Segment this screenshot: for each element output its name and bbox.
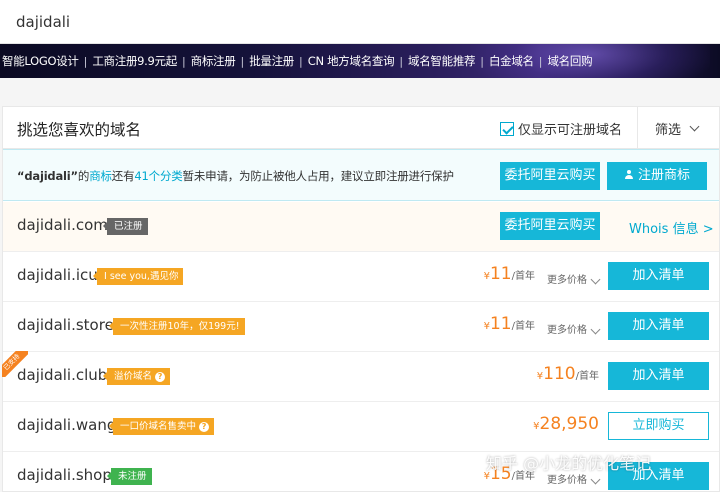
price: ¥28,950 [533, 414, 599, 434]
nav-item-domain-buyback[interactable]: 域名回购 [547, 53, 592, 69]
premium-badge: 溢价域名? [102, 368, 171, 385]
domain-name: dajidali.com [17, 216, 108, 234]
price: ¥11/首年 [484, 264, 535, 284]
chevron-down-icon [590, 324, 601, 335]
notice-text-part: 暂未申请，为防止被他人占用，建议立即注册进行保护 [182, 169, 454, 183]
domain-name: dajidali.icu [17, 266, 98, 284]
whois-link[interactable]: Whois 信息 > [629, 218, 714, 237]
price-value: 110 [543, 364, 576, 384]
domain-row-registered: dajidali.com 已注册 委托阿里云购买 Whois 信息 > [3, 202, 719, 252]
help-icon[interactable]: ? [155, 372, 166, 382]
nav-item-bulk-register[interactable]: 批量注册 [249, 53, 294, 69]
notice-text: “dajidali”的商标还有41个分类暂未申请，为防止被他人占用，建议立即注册… [17, 168, 454, 184]
price-unit: /首年 [575, 371, 599, 382]
chevron-down-icon [689, 121, 700, 132]
chevron-down-icon [590, 474, 601, 485]
notice-trademark-link[interactable]: 商标 [89, 169, 112, 183]
domain-name: dajidali.wang [17, 416, 117, 434]
premium-badge-label: 溢价域名 [114, 371, 153, 382]
domain-row: dajidali.store 一次性注册10年，仅199元! ¥11/首年 更多… [3, 302, 719, 352]
search-bar [0, 0, 720, 44]
nav-item-trademark[interactable]: 商标注册 [191, 53, 236, 69]
domain-row: dajidali.icu I see you,遇见你 ¥11/首年 更多价格 加… [3, 252, 719, 302]
price: ¥110/首年 [537, 364, 599, 384]
domain-name: dajidali.store [17, 316, 114, 334]
nav-separator: | [181, 54, 186, 68]
entrust-aliyun-button[interactable]: 委托阿里云购买 [500, 162, 600, 190]
more-prices-label: 更多价格 [547, 475, 587, 486]
nav-separator: | [299, 54, 303, 68]
domain-row: dajidali.wang 一口价域名售卖中? ¥28,950 立即购买 [3, 402, 719, 452]
more-prices-dropdown[interactable]: 更多价格 [547, 271, 601, 286]
more-prices-label: 更多价格 [547, 275, 587, 286]
trademark-notice: “dajidali”的商标还有41个分类暂未申请，为防止被他人占用，建议立即注册… [3, 149, 719, 201]
fixed-price-badge-label: 一口价域名售卖中 [120, 421, 197, 432]
nav-list: 智能LOGO设计 | 工商注册9.9元起 | 商标注册 | 批量注册 | CN … [2, 44, 593, 78]
price: ¥11/首年 [484, 314, 535, 334]
more-prices-label: 更多价格 [547, 325, 587, 336]
add-to-list-button[interactable]: 加入清单 [608, 262, 709, 290]
price-unit: /首年 [511, 271, 535, 282]
divider [637, 107, 638, 149]
nav-item-cn-local-domain[interactable]: CN 地方域名查询 [308, 53, 395, 69]
register-trademark-label: 注册商标 [637, 168, 690, 183]
help-icon[interactable]: ? [199, 422, 210, 432]
promo-badge: I see you,遇见你 [92, 268, 184, 285]
nav-item-smart-recommend[interactable]: 域名智能推荐 [408, 53, 476, 69]
entrust-aliyun-button[interactable]: 委托阿里云购买 [500, 212, 600, 240]
results-header: 挑选您喜欢的域名 仅显示可注册域名 筛选 [3, 107, 719, 149]
filter-dropdown[interactable]: 筛选 [655, 119, 700, 138]
price-unit: /首年 [511, 321, 535, 332]
notice-text-part: 的 [77, 169, 90, 183]
top-nav: 智能LOGO设计 | 工商注册9.9元起 | 商标注册 | 批量注册 | CN … [0, 44, 720, 78]
more-prices-dropdown[interactable]: 更多价格 [547, 321, 601, 336]
nav-item-logo-design[interactable]: 智能LOGO设计 [2, 53, 79, 69]
domain-name: dajidali.club [17, 366, 108, 384]
buy-now-button[interactable]: 立即购买 [608, 412, 709, 440]
notice-text-part: 还有 [111, 169, 135, 183]
nav-separator: | [538, 54, 543, 68]
price-value: 28,950 [539, 414, 599, 434]
price-value: 11 [489, 264, 512, 284]
add-to-list-button[interactable]: 加入清单 [608, 362, 709, 390]
nav-separator: | [240, 54, 245, 68]
add-to-list-button[interactable]: 加入清单 [608, 312, 709, 340]
domain-results-card: 挑选您喜欢的域名 仅显示可注册域名 筛选 “dajidali”的商标还有41个分… [2, 106, 720, 492]
domain-search-input[interactable] [0, 0, 720, 44]
domain-name: dajidali.shop [17, 466, 112, 484]
status-badge: 已注册 [103, 218, 148, 235]
price-value: 11 [489, 314, 512, 334]
promo-badge: 一次性注册10年，仅199元! [109, 318, 245, 335]
nav-separator: | [480, 54, 484, 68]
person-icon [624, 170, 634, 180]
only-available-filter[interactable]: 仅显示可注册域名 [500, 119, 622, 138]
watermark: 知乎 @小龙的优化笔记 [486, 454, 652, 473]
nav-separator: | [399, 54, 404, 68]
fixed-price-badge: 一口价域名售卖中? [108, 418, 215, 435]
status-badge: 未注册 [107, 468, 152, 485]
filter-label: 筛选 [655, 123, 682, 138]
results-title: 挑选您喜欢的域名 [17, 121, 142, 139]
domain-row: 已支持 dajidali.club 溢价域名? ¥110/首年 加入清单 [2, 351, 719, 402]
notice-query: “dajidali” [17, 169, 78, 183]
nav-item-business-registration[interactable]: 工商注册9.9元起 [92, 53, 177, 69]
chevron-down-icon [590, 274, 601, 285]
register-trademark-button[interactable]: 注册商标 [607, 162, 707, 190]
nav-item-platinum-domain[interactable]: 白金域名 [489, 53, 534, 69]
only-available-checkbox[interactable] [500, 121, 514, 136]
only-available-label: 仅显示可注册域名 [518, 123, 623, 138]
nav-separator: | [83, 54, 88, 68]
notice-categories-link[interactable]: 41个分类 [134, 169, 182, 183]
